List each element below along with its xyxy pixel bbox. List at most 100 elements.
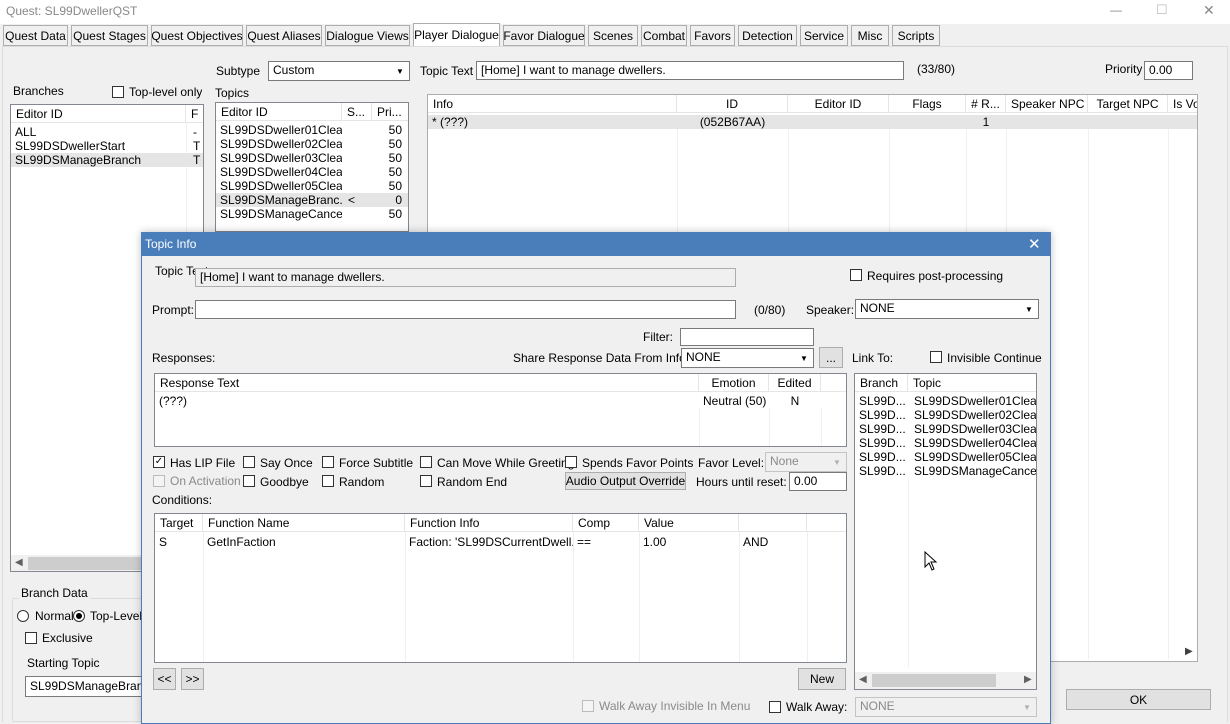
scroll-right-icon[interactable]: ▶ bbox=[1024, 674, 1032, 685]
link-header-branch[interactable]: Branch bbox=[855, 374, 908, 392]
favor-level-select[interactable]: None ▼ bbox=[765, 452, 847, 472]
walk-away-checkbox[interactable] bbox=[769, 701, 781, 713]
topic-row-id[interactable]: SL99DSManageBranc... bbox=[216, 193, 342, 207]
subtype-select[interactable]: Custom ▼ bbox=[268, 61, 410, 81]
tab-quest-objectives[interactable]: Quest Objectives bbox=[151, 25, 243, 46]
share-response-select[interactable]: NONE ▼ bbox=[681, 348, 814, 368]
topic-row-id[interactable]: SL99DSManageCance... bbox=[216, 207, 342, 221]
link-row-branch[interactable]: SL99D... bbox=[855, 422, 908, 436]
condition-row-function-info[interactable]: Faction: 'SL99DSCurrentDwell... bbox=[405, 535, 573, 549]
topic-row-id[interactable]: SL99DSDweller04Clea... bbox=[216, 165, 342, 179]
has-lip-file-checkbox[interactable]: ✓ bbox=[153, 456, 165, 468]
spends-favor-points-checkbox[interactable] bbox=[565, 456, 577, 468]
tab-service[interactable]: Service bbox=[800, 25, 848, 46]
link-row-branch[interactable]: SL99D... bbox=[855, 408, 908, 422]
info-header-editor-id[interactable]: Editor ID bbox=[788, 95, 889, 113]
link-row-topic[interactable]: SL99DSDweller05Clear * bbox=[910, 450, 1036, 464]
priority-input[interactable]: 0.00 bbox=[1144, 61, 1193, 80]
filter-input[interactable] bbox=[680, 328, 814, 346]
link-header-topic[interactable]: Topic bbox=[908, 374, 1036, 392]
scroll-left-icon[interactable]: ◀ bbox=[859, 674, 867, 685]
link-row-topic[interactable]: SL99DSDweller01Clear * bbox=[910, 394, 1036, 408]
info-header-is-voice[interactable]: Is Vo bbox=[1168, 95, 1197, 113]
info-header-responses[interactable]: # R... bbox=[966, 95, 1006, 113]
tab-favor-dialogue[interactable]: Favor Dialogue bbox=[503, 25, 585, 46]
random-checkbox[interactable] bbox=[322, 475, 334, 487]
link-row-topic[interactable]: SL99DSDweller03Clear * bbox=[910, 422, 1036, 436]
tab-scripts[interactable]: Scripts bbox=[892, 25, 940, 46]
topics-header-editor-id[interactable]: Editor ID bbox=[216, 103, 342, 121]
walk-away-invisible-checkbox[interactable] bbox=[582, 700, 594, 712]
top-level-only-checkbox[interactable] bbox=[112, 86, 124, 98]
tab-scenes[interactable]: Scenes bbox=[588, 25, 638, 46]
info-header-speaker-npc[interactable]: Speaker NPC bbox=[1006, 95, 1088, 113]
dialog-topic-text-field[interactable]: [Home] I want to manage dwellers. bbox=[195, 268, 736, 287]
ok-button[interactable]: OK bbox=[1066, 689, 1211, 710]
hours-until-reset-input[interactable]: 0.00 bbox=[789, 472, 847, 491]
top-level-radio[interactable] bbox=[73, 610, 85, 622]
topic-text-input[interactable]: [Home] I want to manage dwellers. bbox=[476, 61, 904, 80]
conditions-header-target[interactable]: Target bbox=[155, 514, 203, 532]
tab-player-dialogue[interactable]: Player Dialogue bbox=[413, 23, 500, 47]
branches-header-editor-id[interactable]: Editor ID bbox=[11, 105, 186, 123]
random-end-checkbox[interactable] bbox=[420, 475, 432, 487]
conditions-header-function-info[interactable]: Function Info bbox=[405, 514, 573, 532]
response-row-text[interactable]: (???) bbox=[155, 394, 699, 408]
tab-quest-aliases[interactable]: Quest Aliases bbox=[246, 25, 322, 46]
conditions-list[interactable]: Target Function Name Function Info Comp … bbox=[154, 513, 847, 663]
maximize-icon[interactable]: ☐ bbox=[1156, 2, 1168, 18]
info-header-flags[interactable]: Flags bbox=[889, 95, 966, 113]
new-condition-button[interactable]: New bbox=[798, 668, 846, 690]
prompt-input[interactable] bbox=[195, 300, 736, 319]
condition-row-and-or[interactable]: AND bbox=[739, 535, 807, 549]
close-icon[interactable]: ✕ bbox=[1203, 2, 1215, 19]
invisible-continue-checkbox[interactable] bbox=[930, 351, 942, 363]
force-subtitle-checkbox[interactable] bbox=[322, 456, 334, 468]
requires-post-processing-checkbox[interactable] bbox=[850, 269, 862, 281]
branch-row-name[interactable]: SL99DSDwellerStart bbox=[11, 139, 186, 153]
responses-header-emotion[interactable]: Emotion bbox=[699, 374, 769, 392]
link-row-topic[interactable]: SL99DSDweller02Clear * bbox=[910, 408, 1036, 422]
topics-list[interactable]: Editor ID S... Pri... SL99DSDweller01Cle… bbox=[215, 102, 409, 232]
tab-favors[interactable]: Favors bbox=[690, 25, 735, 46]
next-button[interactable]: >> bbox=[181, 668, 204, 690]
tab-detection[interactable]: Detection bbox=[738, 25, 797, 46]
speaker-select[interactable]: NONE ▼ bbox=[855, 299, 1039, 319]
topics-header-s[interactable]: S... bbox=[342, 103, 372, 121]
tab-quest-stages[interactable]: Quest Stages bbox=[71, 25, 148, 46]
tab-dialogue-views[interactable]: Dialogue Views bbox=[325, 25, 410, 46]
tab-misc[interactable]: Misc bbox=[851, 25, 889, 46]
topic-row-id[interactable]: SL99DSDweller03Clea... bbox=[216, 151, 342, 165]
dialog-close-icon[interactable]: ✕ bbox=[1028, 235, 1041, 253]
link-row-branch[interactable]: SL99D... bbox=[855, 450, 908, 464]
minimize-icon[interactable]: — bbox=[1110, 3, 1122, 17]
prev-button[interactable]: << bbox=[153, 668, 176, 690]
conditions-header-function-name[interactable]: Function Name bbox=[203, 514, 405, 532]
link-row-branch[interactable]: SL99D... bbox=[855, 436, 908, 450]
audio-output-override-button[interactable]: Audio Output Override bbox=[565, 472, 686, 490]
link-row-topic[interactable]: SL99DSManageCancel * bbox=[910, 464, 1036, 478]
topics-header-priority[interactable]: Pri... bbox=[372, 103, 408, 121]
condition-row-target[interactable]: S bbox=[155, 535, 203, 549]
link-to-list[interactable]: Branch Topic SL99D... SL99DSDweller01Cle… bbox=[854, 373, 1037, 690]
walk-away-select[interactable]: NONE ▼ bbox=[855, 697, 1037, 717]
link-row-branch[interactable]: SL99D... bbox=[855, 394, 908, 408]
info-header-target-npc[interactable]: Target NPC bbox=[1088, 95, 1168, 113]
conditions-header-comp[interactable]: Comp bbox=[573, 514, 639, 532]
scroll-right-icon[interactable]: ▶ bbox=[1185, 646, 1193, 657]
tab-quest-data[interactable]: Quest Data bbox=[3, 25, 68, 46]
conditions-header-value[interactable]: Value bbox=[639, 514, 739, 532]
say-once-checkbox[interactable] bbox=[243, 456, 255, 468]
responses-list[interactable]: Response Text Emotion Edited (???) Neutr… bbox=[154, 373, 847, 447]
info-row-info[interactable]: * (???) bbox=[428, 115, 677, 129]
condition-row-value[interactable]: 1.00 bbox=[639, 535, 739, 549]
link-row-branch[interactable]: SL99D... bbox=[855, 464, 908, 478]
topic-row-id[interactable]: SL99DSDweller01Clea... bbox=[216, 123, 342, 137]
info-header-info[interactable]: Info bbox=[428, 95, 677, 113]
can-move-while-greeting-checkbox[interactable] bbox=[420, 456, 432, 468]
exclusive-checkbox[interactable] bbox=[25, 632, 37, 644]
goodbye-checkbox[interactable] bbox=[243, 475, 255, 487]
starting-topic-field[interactable]: SL99DSManageBranch bbox=[25, 676, 143, 697]
branch-row-name[interactable]: ALL bbox=[11, 125, 186, 139]
link-row-topic[interactable]: SL99DSDweller04Clear * bbox=[910, 436, 1036, 450]
